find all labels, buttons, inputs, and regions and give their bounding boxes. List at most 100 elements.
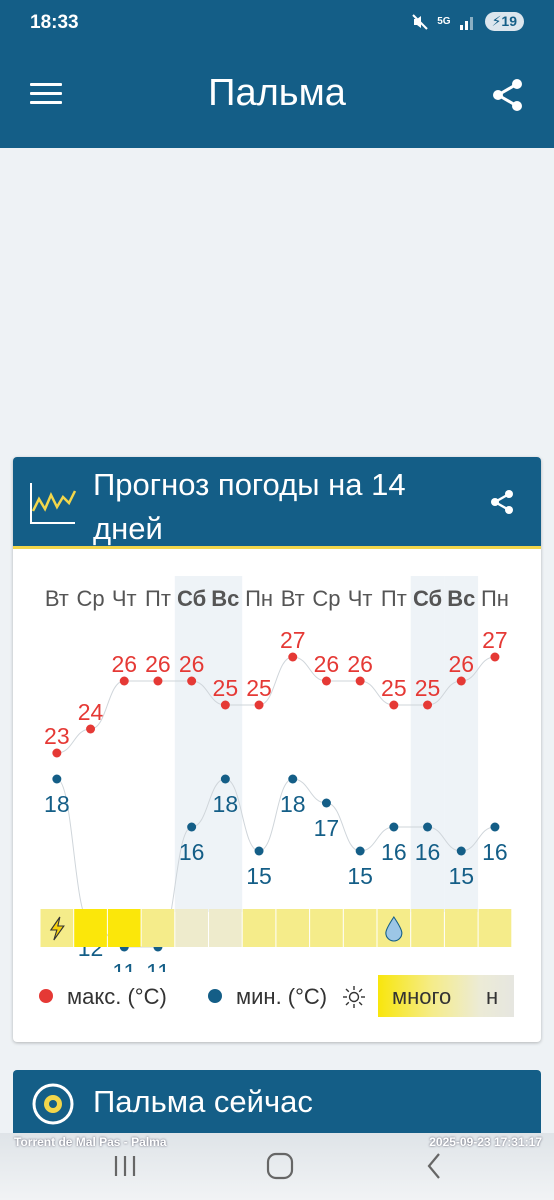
max-temp-point: [86, 724, 96, 734]
share-icon: [491, 490, 513, 514]
max-temp-data-label: 23: [44, 723, 70, 749]
condition-cell: [175, 909, 208, 947]
day-label: Сб: [177, 586, 206, 611]
min-temp-data-label: 18: [280, 791, 306, 817]
max-temp-data-label: 26: [145, 651, 171, 677]
ad-space: [0, 148, 554, 448]
charging-icon: ⚡: [491, 13, 502, 29]
max-temp-point: [254, 700, 264, 710]
day-label: Вс: [211, 586, 239, 611]
max-temp-point: [355, 676, 365, 686]
max-temp-data-label: 27: [482, 627, 508, 653]
network-label: 5G: [437, 16, 451, 27]
recent-apps-button[interactable]: [105, 1146, 145, 1186]
min-temp-point: [321, 798, 331, 808]
min-temp-data-label: 15: [448, 863, 474, 889]
day-label: Ср: [312, 586, 340, 611]
min-temp-point: [456, 846, 466, 856]
min-temp-data-label: 15: [347, 863, 373, 889]
forecast-title: Прогноз погоды на 14 дней: [93, 467, 406, 546]
min-temp-data-label: 11: [146, 959, 170, 972]
sunshine-little-label: н: [486, 984, 499, 1009]
condition-cell: [276, 909, 310, 947]
min-temp-data-label: 17: [314, 815, 340, 841]
max-temp-data-label: 25: [381, 675, 407, 701]
min-temp-point: [52, 774, 62, 784]
day-label: Вс: [447, 586, 475, 611]
page-title: Пальма: [208, 72, 346, 114]
min-temp-data-label: 16: [381, 839, 407, 865]
max-temp-data-label: 26: [111, 651, 137, 677]
condition-cell: [209, 909, 242, 947]
legend-min-dot: [208, 989, 222, 1003]
sunshine-scale: много н: [378, 975, 514, 1017]
legend-min-label: мин. (°C): [236, 984, 328, 1009]
min-temp-data-label: 18: [44, 791, 70, 817]
min-temp-data-label: 16: [179, 839, 205, 865]
max-temp-data-label: 26: [179, 651, 205, 677]
sunshine-much-label: много: [392, 984, 452, 1009]
max-temp-point: [288, 652, 298, 662]
signal-icon: [459, 16, 473, 30]
app-bar: Пальма: [0, 50, 554, 148]
min-temp-point: [220, 774, 230, 784]
min-temp-point: [288, 774, 298, 784]
day-label: Пн: [245, 586, 273, 611]
max-temp-data-label: 26: [448, 651, 474, 677]
day-label: Вт: [281, 586, 305, 611]
min-temp-point: [389, 822, 399, 832]
condition-cell: [478, 909, 512, 947]
share-button[interactable]: [490, 77, 526, 113]
back-icon: [427, 1153, 440, 1179]
min-temp-point: [254, 846, 264, 856]
home-button[interactable]: [260, 1146, 300, 1186]
condition-cell: [343, 909, 377, 947]
condition-cell: [310, 909, 343, 947]
battery-level: 19: [501, 13, 517, 29]
status-icons: 5G ⚡19: [411, 12, 524, 31]
battery-indicator: ⚡19: [484, 12, 524, 31]
condition-cell: [107, 909, 141, 947]
forecast-chart: Вт Ср Чт Пт Сб Вс Пн Вт Ср Чт Пт Сб Вс Пн232426 26 2625…: [40, 576, 512, 972]
max-temp-point: [423, 700, 433, 710]
now-title: Пальма сейчас: [93, 1084, 313, 1119]
day-label: Пт: [145, 586, 171, 611]
forecast-header: Прогноз погоды на 14 дней: [13, 457, 541, 549]
max-temp-point: [321, 676, 331, 686]
day-label: Пт: [381, 586, 407, 611]
min-temp-point: [490, 822, 500, 832]
max-temp-point: [52, 748, 62, 758]
max-temp-point: [389, 700, 399, 710]
max-temp-data-label: 26: [314, 651, 340, 677]
min-temp-point: [355, 846, 365, 856]
home-icon: [266, 1152, 294, 1180]
legend-max-label: макс. (°C): [67, 984, 167, 1009]
condition-cell: [242, 909, 276, 947]
day-label: Ср: [76, 586, 104, 611]
mute-icon: [412, 13, 428, 30]
min-temp-data-label: 18: [213, 791, 239, 817]
max-temp-data-label: 25: [213, 675, 239, 701]
max-temp-point: [187, 676, 197, 686]
min-temp-data-label: 11: [112, 959, 136, 972]
back-button[interactable]: [415, 1146, 455, 1186]
card-share-button[interactable]: [489, 489, 515, 515]
max-temp-data-label: 26: [347, 651, 373, 677]
max-temp-point: [220, 700, 230, 710]
day-label: Чт: [348, 586, 373, 611]
chart-legend: макс. (°C) мин. (°C) много н: [13, 975, 541, 1023]
max-temp-data-label: 27: [280, 627, 306, 653]
condition-cell: [411, 909, 444, 947]
condition-cell: [141, 909, 175, 947]
webcam-icon: [32, 1083, 74, 1125]
min-temp-point: [423, 822, 433, 832]
recent-apps-icon: [114, 1156, 136, 1176]
legend-max-dot: [39, 989, 53, 1003]
max-temp-point: [153, 676, 163, 686]
condition-cell: [74, 909, 107, 947]
max-temp-point: [119, 676, 129, 686]
day-label: Вт: [45, 586, 69, 611]
chart-icon: [30, 483, 77, 524]
day-label: Сб: [413, 586, 442, 611]
forecast-card: Прогноз погоды на 14 дней Вт Ср Чт Пт Сб Вс Пн…: [13, 457, 541, 1042]
